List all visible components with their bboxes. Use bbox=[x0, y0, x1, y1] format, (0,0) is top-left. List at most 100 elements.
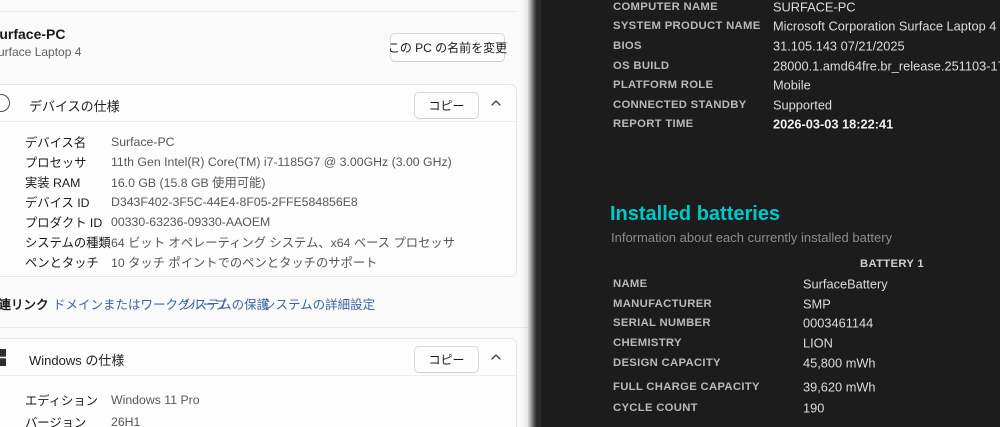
battery-value: SMP bbox=[803, 296, 831, 312]
spec-label: プロダクト ID bbox=[25, 216, 103, 230]
table-row: CHEMISTRY LION bbox=[537, 333, 1000, 353]
spec-label: 実装 RAM bbox=[25, 176, 81, 190]
windows-logo-icon bbox=[0, 349, 6, 366]
top-divider bbox=[0, 11, 517, 12]
battery-value: 0003461144 bbox=[803, 315, 874, 331]
battery-label: FULL CHARGE CAPACITY bbox=[613, 381, 760, 394]
spec-value: 26H1 bbox=[111, 415, 141, 427]
spec-label: バージョン bbox=[25, 416, 87, 427]
battery-label: SERIAL NUMBER bbox=[613, 317, 711, 330]
info-value: Microsoft Corporation Surface Laptop 4 bbox=[773, 18, 997, 34]
copy-windows-specs-button[interactable]: コピー bbox=[414, 346, 479, 373]
table-row: DESIGN CAPACITY 45,800 mWh bbox=[537, 353, 1000, 373]
spec-row: デバイス ID D343F402-3F5C-44E4-8F05-2FFE58485… bbox=[25, 192, 508, 212]
screen: Surface-PC Surface Laptop 4 この PC の名前を変更… bbox=[0, 0, 1000, 427]
table-row: SERIAL NUMBER 0003461144 bbox=[537, 313, 1000, 333]
table-row: MANUFACTURER SMP bbox=[537, 294, 1000, 314]
spec-row: ペンとタッチ 10 タッチ ポイントでのペンとタッチのサポート bbox=[25, 252, 508, 272]
spec-label: ペンとタッチ bbox=[25, 256, 99, 270]
spec-label: デバイス ID bbox=[25, 196, 90, 210]
spec-row: バージョン 26H1 bbox=[25, 411, 508, 427]
battery-capacity-table: FULL CHARGE CAPACITY 39,620 mWh CYCLE COU… bbox=[537, 377, 1000, 418]
section-divider bbox=[0, 327, 530, 328]
system-info-table: COMPUTER NAME SURFACE-PC SYSTEM PRODUCT N… bbox=[537, 0, 1000, 134]
spec-label: プロセッサ bbox=[25, 156, 87, 170]
info-label: REPORT TIME bbox=[613, 118, 694, 131]
info-value: Supported bbox=[773, 97, 833, 113]
info-value: 28000.1.amd64fre.br_release.251103-1709 bbox=[773, 58, 1000, 74]
spec-value: D343F402-3F5C-44E4-8F05-2FFE584856E8 bbox=[111, 195, 358, 209]
info-label: CONNECTED STANDBY bbox=[613, 98, 747, 111]
table-row: SYSTEM PRODUCT NAME Microsoft Corporation… bbox=[537, 17, 1000, 37]
info-label: SYSTEM PRODUCT NAME bbox=[613, 20, 761, 33]
spec-value: 11th Gen Intel(R) Core(TM) i7-1185G7 @ 3… bbox=[111, 155, 452, 169]
windows-specs-title: Windows の仕様 bbox=[29, 353, 125, 368]
spec-row: プロセッサ 11th Gen Intel(R) Core(TM) i7-1185G… bbox=[25, 152, 508, 172]
spec-row: デバイス名 Surface-PC bbox=[25, 132, 508, 152]
chevron-up-icon[interactable] bbox=[489, 350, 503, 364]
windows-specs-rows: エディション Windows 11 Pro バージョン 26H1 bbox=[25, 389, 508, 427]
spec-value: 64 ビット オペレーティング システム、x64 ベース プロセッサ bbox=[111, 236, 455, 250]
rename-pc-button[interactable]: この PC の名前を変更 bbox=[388, 33, 507, 62]
battery-value: SurfaceBattery bbox=[803, 276, 888, 292]
device-model-subheading: Surface Laptop 4 bbox=[0, 45, 82, 59]
related-links-label: 関連リンク bbox=[0, 298, 49, 312]
info-value: SURFACE-PC bbox=[773, 0, 856, 15]
table-row: CYCLE COUNT 190 bbox=[537, 398, 1000, 419]
battery-label: NAME bbox=[613, 277, 648, 290]
battery-label: CYCLE COUNT bbox=[613, 401, 698, 414]
battery-label: CHEMISTRY bbox=[613, 336, 682, 349]
link-advanced-system-settings[interactable]: システムの詳細設定 bbox=[263, 294, 375, 313]
spec-value: 16.0 GB (15.8 GB 使用可能) bbox=[111, 176, 266, 190]
windows-specs-card-header[interactable]: Windows の仕様 コピー bbox=[0, 339, 516, 375]
battery-value: 190 bbox=[803, 400, 825, 416]
device-specs-title: デバイスの仕様 bbox=[29, 99, 120, 114]
info-value: 31.105.143 07/21/2025 bbox=[773, 38, 905, 54]
settings-about-panel: Surface-PC Surface Laptop 4 この PC の名前を変更… bbox=[0, 0, 530, 427]
spec-row: 実装 RAM 16.0 GB (15.8 GB 使用可能) bbox=[25, 172, 508, 192]
table-row: COMPUTER NAME SURFACE-PC bbox=[537, 0, 1000, 17]
window-edge-divider bbox=[528, 0, 537, 427]
windows-specs-card: Windows の仕様 コピー エディション Windows 11 Pro バージ… bbox=[0, 338, 517, 427]
battery-column-header: BATTERY 1 bbox=[860, 258, 925, 270]
table-row: FULL CHARGE CAPACITY 39,620 mWh bbox=[537, 377, 1000, 398]
device-specs-card: デバイスの仕様 コピー デバイス名 Surface-PC プロセッサ 11th Ge… bbox=[0, 84, 517, 277]
spec-value: Surface-PC bbox=[111, 135, 175, 149]
spec-row: プロダクト ID 00330-63236-09330-AAOEM bbox=[25, 212, 508, 232]
spec-label: システムの種類 bbox=[25, 236, 111, 250]
battery-value: 39,620 mWh bbox=[803, 379, 876, 395]
card-divider bbox=[0, 375, 516, 376]
copy-device-specs-button[interactable]: コピー bbox=[414, 92, 479, 119]
card-divider bbox=[0, 121, 516, 122]
installed-batteries-heading: Installed batteries bbox=[610, 203, 781, 225]
device-specs-rows: デバイス名 Surface-PC プロセッサ 11th Gen Intel(R) C… bbox=[25, 132, 508, 272]
table-row: NAME SurfaceBattery bbox=[537, 274, 1000, 294]
info-label: BIOS bbox=[613, 39, 642, 52]
spec-value: Windows 11 Pro bbox=[111, 393, 200, 407]
spec-row: システムの種類 64 ビット オペレーティング システム、x64 ベース プロセッ… bbox=[25, 232, 508, 252]
battery-value: LION bbox=[803, 335, 833, 351]
device-name-heading: Surface-PC bbox=[0, 26, 66, 42]
battery-report-panel: COMPUTER NAME SURFACE-PC SYSTEM PRODUCT N… bbox=[537, 0, 1000, 427]
info-label: PLATFORM ROLE bbox=[613, 79, 714, 92]
table-row: OS BUILD 28000.1.amd64fre.br_release.2511… bbox=[537, 56, 1000, 76]
battery-label: DESIGN CAPACITY bbox=[613, 356, 721, 369]
device-specs-card-header[interactable]: デバイスの仕様 コピー bbox=[0, 85, 516, 121]
table-row: CONNECTED STANDBY Supported bbox=[537, 95, 1000, 115]
installed-batteries-subtitle: Information about each currently install… bbox=[611, 230, 893, 245]
table-row: BIOS 31.105.143 07/21/2025 bbox=[537, 36, 1000, 56]
spec-value: 00330-63236-09330-AAOEM bbox=[111, 215, 271, 229]
device-specs-icon bbox=[0, 94, 10, 112]
battery-info-table: NAME SurfaceBattery MANUFACTURER SMP SERIA… bbox=[537, 274, 1000, 372]
spec-label: デバイス名 bbox=[25, 136, 87, 150]
spec-value: 10 タッチ ポイントでのペンとタッチのサポート bbox=[111, 256, 378, 270]
chevron-up-icon[interactable] bbox=[489, 96, 503, 110]
link-system-protection[interactable]: システムの保護 bbox=[182, 294, 269, 313]
battery-value: 45,800 mWh bbox=[803, 355, 876, 371]
info-label: COMPUTER NAME bbox=[613, 0, 718, 13]
table-row: PLATFORM ROLE Mobile bbox=[537, 75, 1000, 95]
info-label: OS BUILD bbox=[613, 59, 670, 72]
spec-label: エディション bbox=[25, 394, 98, 408]
table-row: REPORT TIME 2026-03-03 18:22:41 bbox=[537, 115, 1000, 135]
info-value: Mobile bbox=[773, 77, 811, 93]
